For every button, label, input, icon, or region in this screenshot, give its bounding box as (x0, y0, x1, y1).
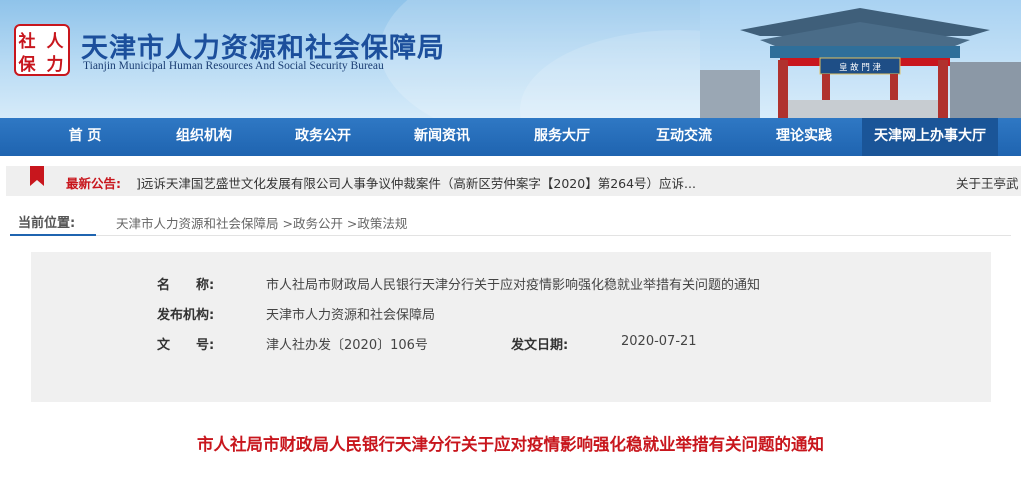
nav-item-interaction[interactable]: 互动交流 (639, 118, 729, 156)
doc-number-value: 津人社办发〔2020〕106号 (266, 338, 428, 353)
breadcrumb-divider (96, 235, 1011, 236)
name-value: 市人社局市财政局人民银行天津分行关于应对疫情影响强化稳就业举措有关问题的通知 (266, 278, 761, 293)
site-header: 社 人 保 力 天津市人力资源和社会保障局 Tianjin Municipal … (0, 0, 1021, 118)
doc-number-label: 文 号: (157, 338, 215, 353)
document-info-box: 名 称: 市人社局市财政局人民银行天津分行关于应对疫情影响强化稳就业举措有关问题… (31, 252, 991, 402)
notice-link[interactable]: 关于王亭武 (956, 173, 1019, 192)
issue-date-label: 发文日期: (511, 338, 569, 353)
nav-item-theory-practice[interactable]: 理论实践 (759, 118, 849, 156)
issuer-value: 天津市人力资源和社会保障局 (266, 308, 436, 323)
nav-item-service-hall[interactable]: 服务大厅 (517, 118, 607, 156)
notice-bar: 最新公告: ]远诉天津国艺盛世文化发展有限公司人事争议仲裁案件（高新区劳仲案字【… (6, 166, 1021, 196)
nav-item-news[interactable]: 新闻资讯 (397, 118, 487, 156)
breadcrumb-underline (10, 234, 96, 236)
notice-label: 最新公告: (66, 176, 121, 191)
bookmark-flag-icon (30, 166, 44, 186)
logo-char: 力 (47, 54, 64, 75)
name-label: 名 称: (157, 278, 215, 293)
breadcrumb[interactable]: 天津市人力资源和社会保障局 >政务公开 >政策法规 (116, 213, 407, 232)
nav-item-online-service-hall[interactable]: 天津网上办事大厅 (862, 118, 998, 156)
notice-link[interactable]: ]远诉天津国艺盛世文化发展有限公司人事争议仲裁案件（高新区劳仲案字【2020】第… (136, 173, 696, 192)
issue-date-value: 2020-07-21 (621, 334, 697, 349)
nav-item-government-affairs[interactable]: 政务公开 (278, 118, 368, 156)
nav-item-organization[interactable]: 组织机构 (159, 118, 249, 156)
issuer-label: 发布机构: (157, 308, 215, 323)
article-title: 市人社局市财政局人民银行天津分行关于应对疫情影响强化稳就业举措有关问题的通知 (197, 435, 824, 454)
breadcrumb-label: 当前位置: (18, 216, 76, 231)
logo-char: 人 (47, 32, 65, 52)
logo-char: 保 (18, 54, 37, 75)
memorial-gate-image: 皇 故 門 津 (700, 0, 1021, 118)
site-subtitle: Tianjin Municipal Human Resources And So… (83, 60, 384, 72)
bureau-logo[interactable]: 社 人 保 力 (14, 24, 70, 76)
gate-sign: 皇 故 門 津 (839, 62, 882, 73)
logo-char: 社 (18, 31, 36, 52)
nav-item-home[interactable]: 首 页 (40, 118, 130, 156)
main-nav: 首 页 组织机构 政务公开 新闻资讯 服务大厅 互动交流 理论实践 天津网上办事… (0, 118, 1021, 156)
